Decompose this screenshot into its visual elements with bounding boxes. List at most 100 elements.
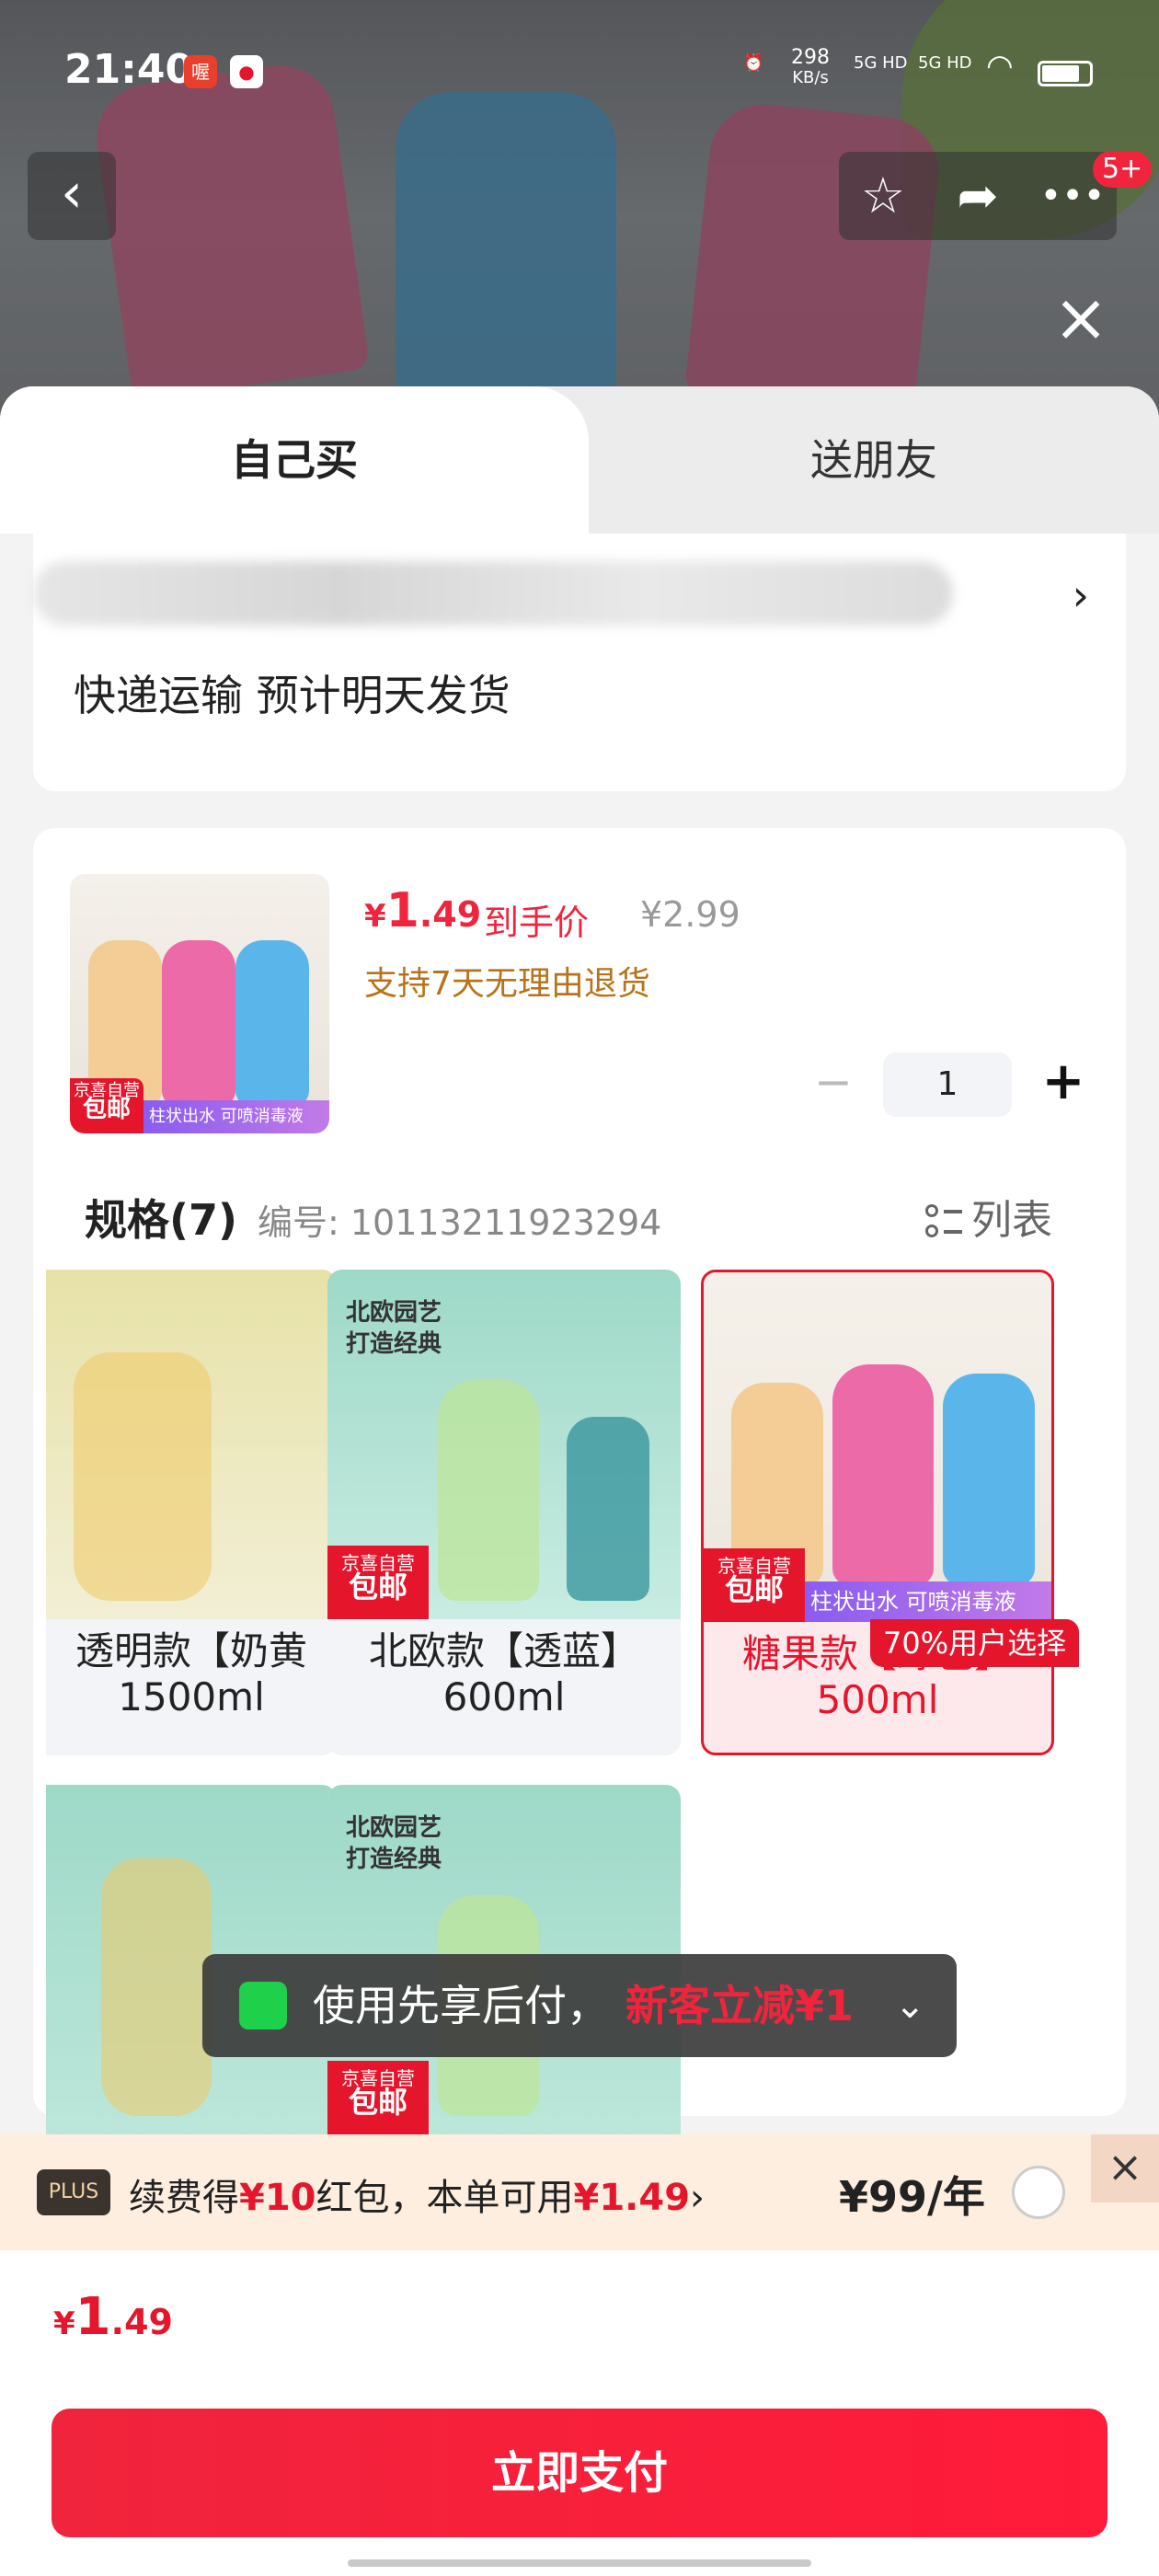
- battery-icon: [1038, 61, 1093, 86]
- plus-mid: 红包，本单可用: [316, 2177, 574, 2219]
- self-operated-tag: 京喜自营 包邮: [70, 1078, 143, 1133]
- plus-logo: PLUS: [37, 2169, 110, 2215]
- home-indicator[interactable]: [348, 2559, 811, 2567]
- address-card[interactable]: › 快递运输 预计明天发货: [33, 534, 1126, 791]
- variant-tag-bottom: 包邮: [724, 1572, 784, 1607]
- header-actions: ☆ ➦ •••: [839, 152, 1117, 240]
- return-policy: 支持7天无理由退货: [364, 965, 650, 1003]
- deco-line-1: 北欧园艺: [346, 1814, 442, 1842]
- toast-promo: 新客立减¥1: [625, 1981, 855, 2030]
- star-icon[interactable]: ☆: [839, 152, 927, 240]
- variant-image: 北欧园艺打造经典 京喜自营 包邮: [327, 1270, 681, 1619]
- variant-bottle: [438, 1380, 539, 1601]
- deco-line-2: 打造经典: [346, 1846, 442, 1873]
- variant-size: 600ml: [442, 1674, 566, 1719]
- mini-bottle: [162, 940, 235, 1106]
- net-speed-value: 298: [791, 46, 830, 69]
- tab-buy-self[interactable]: 自己买: [0, 386, 589, 534]
- product-thumbnail[interactable]: 京喜自营 包邮 柱状出水 可喷消毒液: [70, 874, 329, 1133]
- mini-bottle: [235, 940, 309, 1106]
- address-blurred: [33, 561, 953, 626]
- feature-band: 柱状出水 可喷消毒液: [143, 1100, 329, 1133]
- plus-radio[interactable]: [1012, 2166, 1065, 2219]
- variant-bottle: [74, 1352, 212, 1601]
- pay-now-button[interactable]: 立即支付: [52, 2409, 1107, 2537]
- signal-1-icon: 5G HD: [854, 53, 908, 73]
- spec-code: 编号: 10113211923294: [258, 1202, 662, 1243]
- variant-band: 柱状出水 可喷消毒液: [805, 1581, 1051, 1622]
- variant-bottle: [101, 1858, 212, 2116]
- toast-text: 使用先享后付，: [313, 1981, 609, 2030]
- list-view-label: 列表: [971, 1197, 1052, 1244]
- final-price: ¥1.49: [364, 883, 481, 938]
- net-speed-unit: KB/s: [792, 68, 829, 87]
- plus-price: ¥99/年: [839, 2172, 985, 2222]
- status-time: 21:40: [64, 46, 194, 93]
- checkout-footer: ¥1.49 立即支付: [0, 2250, 1159, 2576]
- purchase-tabs: 自己买 送朋友: [0, 386, 1159, 534]
- variant-bottle: [832, 1364, 934, 1585]
- plus-prefix: 续费得: [129, 2177, 239, 2219]
- original-price: ¥2.99: [640, 894, 740, 935]
- list-icon: [925, 1204, 962, 1241]
- variant-deco-text: 北欧园艺 打造经典: [346, 1297, 442, 1360]
- shopping-bag-icon: [239, 1982, 287, 2030]
- variant-size: 500ml: [816, 1677, 939, 1722]
- quantity-input[interactable]: 1: [883, 1052, 1012, 1117]
- price-label: 到手价: [484, 903, 590, 943]
- variant-bottle: [943, 1374, 1035, 1585]
- variant-tag: 京喜自营 包邮: [327, 2061, 429, 2134]
- plus-offer-text: 续费得¥10红包，本单可用¥1.49›: [129, 2168, 705, 2221]
- total-currency: ¥: [53, 2306, 75, 2342]
- variant-card[interactable]: 透明款【奶黄 1500ml: [46, 1270, 337, 1755]
- plus-red2: ¥1.49: [573, 2177, 691, 2219]
- spec-title: 规格(7): [85, 1195, 238, 1245]
- back-arrow-icon: ‹: [61, 161, 83, 225]
- variant-tag: 京喜自营 包邮: [704, 1548, 805, 1622]
- total-dec: .49: [110, 2302, 173, 2342]
- close-icon[interactable]: ×: [1049, 284, 1113, 351]
- tag-bottom-text: 包邮: [82, 1096, 131, 1123]
- variant-name-line: 透明款【奶黄: [75, 1628, 307, 1673]
- popular-choice-badge: 70%用户选择: [870, 1619, 1080, 1667]
- variant-name: 透明款【奶黄 1500ml: [46, 1628, 337, 1720]
- variant-image: 京喜自营 包邮 柱状出水 可喷消毒液: [704, 1272, 1051, 1622]
- variant-tag-bottom: 包邮: [348, 1570, 407, 1604]
- bnpl-toast[interactable]: 使用先享后付， 新客立减¥1 ⌄: [202, 1954, 957, 2057]
- price-int: 1: [385, 883, 419, 938]
- wifi-icon: ◠: [986, 48, 1014, 85]
- plus-membership-bar[interactable]: PLUS 续费得¥10红包，本单可用¥1.49› ¥99/年 ×: [0, 2134, 1159, 2250]
- share-icon[interactable]: ➦: [934, 152, 1022, 240]
- plus-red1: ¥10: [239, 2177, 316, 2219]
- variant-bottle: [567, 1417, 649, 1601]
- app-notification-icon: 喔: [184, 55, 217, 88]
- variant-name: 北欧款【透蓝】 600ml: [327, 1628, 681, 1720]
- net-speed: 298 KB/s: [791, 48, 830, 88]
- variant-tag-bottom: 包邮: [348, 2085, 407, 2120]
- map-notification-icon: ●: [230, 55, 263, 88]
- quantity-increase-button[interactable]: +: [1036, 1054, 1091, 1110]
- chevron-right-icon: ›: [1072, 570, 1089, 620]
- deco-line-2: 打造经典: [346, 1330, 442, 1358]
- chevron-right-icon: ›: [690, 2177, 706, 2219]
- alarm-icon: ⏰: [743, 53, 764, 73]
- variant-size: 1500ml: [118, 1674, 265, 1719]
- variant-card[interactable]: 北欧园艺打造经典 京喜自营 包邮 北欧款【透蓝】 600ml: [327, 1270, 681, 1755]
- deco-line-1: 北欧园艺: [346, 1299, 442, 1327]
- tab-gift-friend[interactable]: 送朋友: [589, 386, 1159, 534]
- price-dec: .49: [419, 894, 482, 935]
- variant-card-selected[interactable]: 京喜自营包邮 柱状出水 可喷消毒液 糖果款【绿色】 500ml: [701, 1270, 1054, 1755]
- back-button[interactable]: ‹: [28, 152, 116, 240]
- variant-tag: 京喜自营 包邮: [327, 1546, 429, 1619]
- variant-image: [46, 1270, 337, 1619]
- total-price: ¥1.49: [53, 2287, 173, 2347]
- list-view-button[interactable]: 列表: [925, 1187, 1052, 1246]
- message-badge: 5+: [1093, 151, 1153, 188]
- shipping-estimate: 快递运输 预计明天发货: [74, 671, 511, 720]
- signal-2-icon: 5G HD: [918, 53, 972, 73]
- product-card: 京喜自营 包邮 柱状出水 可喷消毒液 ¥1.49 到手价 ¥2.99 支持7天无…: [33, 828, 1126, 2271]
- close-icon[interactable]: ×: [1091, 2134, 1159, 2202]
- variant-name-line: 北欧款【透蓝】: [368, 1628, 639, 1673]
- price-currency: ¥: [364, 898, 386, 935]
- quantity-decrease-button[interactable]: −: [806, 1056, 861, 1111]
